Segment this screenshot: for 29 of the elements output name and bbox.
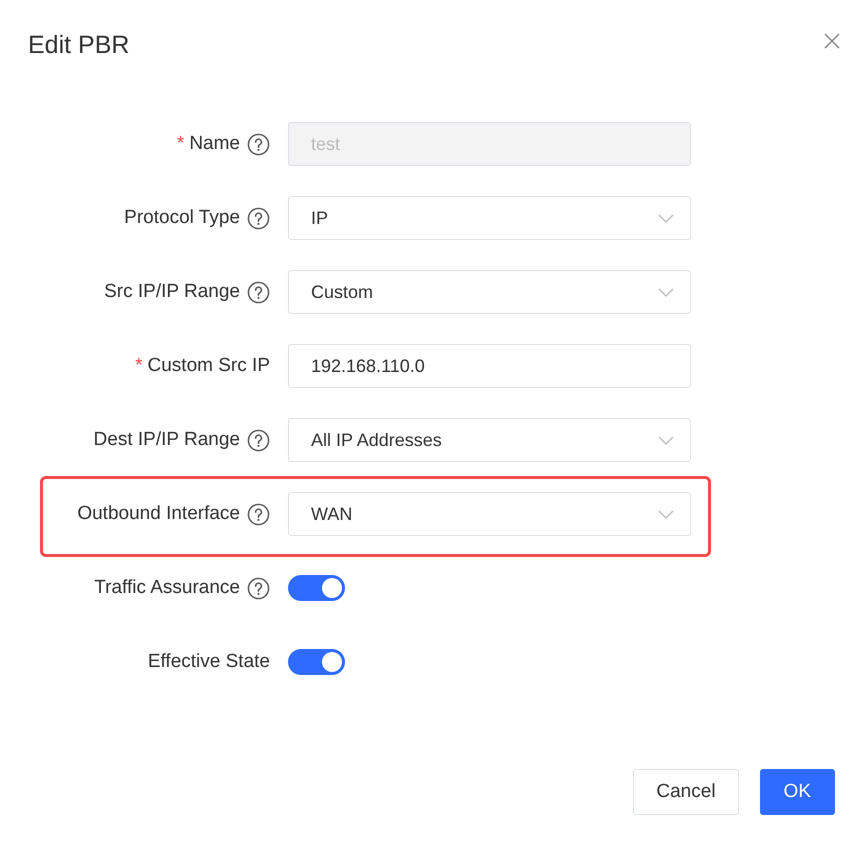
field-label: Outbound Interface — [77, 503, 240, 525]
close-icon[interactable] — [823, 32, 841, 50]
dropdown-value: Custom — [311, 282, 374, 302]
dropdown[interactable]: WAN — [288, 492, 691, 536]
field-label: Custom Src IP — [148, 355, 270, 377]
dropdown-value: IP — [311, 208, 328, 228]
field-label: Protocol Type — [124, 207, 240, 229]
field-label: Effective State — [148, 651, 270, 673]
required-mark: * — [135, 355, 143, 377]
dropdown-value: All IP Addresses — [311, 430, 442, 450]
cancel-button[interactable]: Cancel — [633, 769, 739, 815]
ok-button[interactable]: OK — [760, 769, 835, 815]
dropdown[interactable]: IP — [288, 196, 691, 240]
required-mark: * — [176, 133, 184, 155]
field-label: Dest IP/IP Range — [94, 429, 240, 451]
field-label: Traffic Assurance — [94, 577, 240, 599]
field-label: Name — [189, 133, 240, 155]
dropdown[interactable]: All IP Addresses — [288, 418, 691, 462]
dropdown-value: WAN — [311, 504, 352, 524]
chevron-down-icon — [658, 214, 674, 222]
chevron-down-icon — [658, 436, 674, 444]
toggle-switch[interactable] — [288, 575, 345, 601]
field-label: Src IP/IP Range — [104, 281, 240, 303]
dialog-title: Edit PBR — [28, 30, 130, 60]
toggle-switch[interactable] — [288, 649, 345, 675]
dropdown[interactable]: Custom — [288, 270, 691, 314]
chevron-down-icon — [658, 288, 674, 296]
chevron-down-icon — [658, 510, 674, 518]
text-field[interactable]: 192.168.110.0 — [288, 344, 691, 388]
